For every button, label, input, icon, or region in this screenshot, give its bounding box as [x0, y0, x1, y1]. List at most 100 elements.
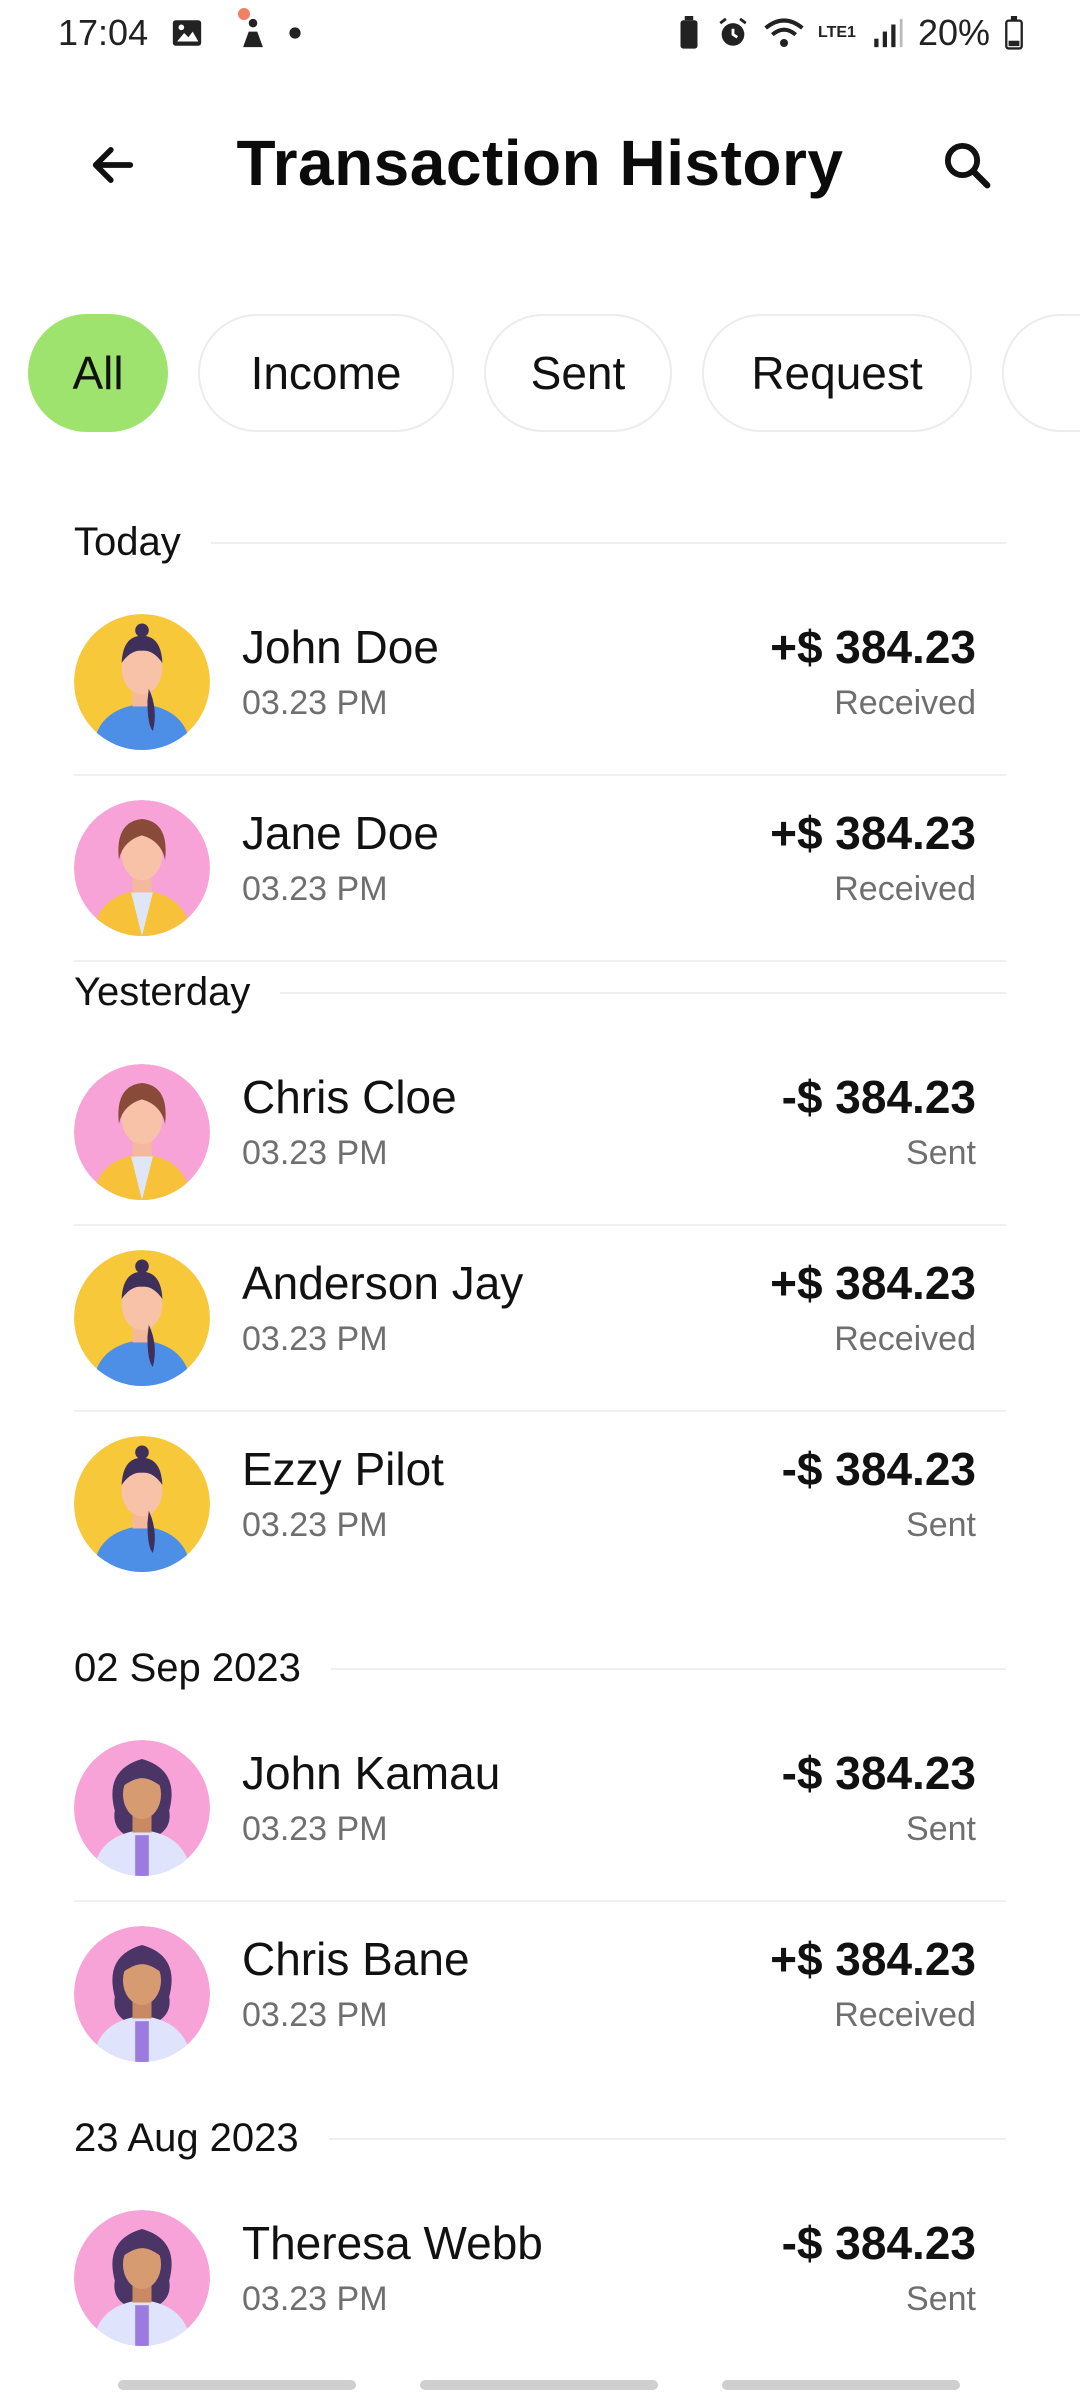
- transaction-amount: +$ 384.23: [770, 1933, 976, 1985]
- section-divider: [328, 2137, 1006, 2140]
- transaction-row[interactable]: Jane Doe 03.23 PM +$ 384.23 Received: [74, 776, 1006, 962]
- transaction-time: 03.23 PM: [242, 870, 388, 908]
- avatar-woman-violet-icon: [74, 1740, 210, 1876]
- transaction-amount: +$ 384.23: [770, 1257, 976, 1309]
- transaction-row[interactable]: Chris Bane 03.23 PM +$ 384.23 Received: [74, 1902, 1006, 2088]
- transaction-status: Received: [834, 684, 976, 722]
- contact-name: Anderson Jay: [242, 1257, 524, 1309]
- transaction-row[interactable]: John Kamau 03.23 PM -$ 384.23 Sent: [74, 1716, 1006, 1902]
- contact-name: John Kamau: [242, 1747, 501, 1799]
- filter-chip-income[interactable]: Income: [198, 314, 454, 432]
- contact-name: Chris Cloe: [242, 1071, 457, 1123]
- avatar: [74, 1250, 210, 1386]
- section-divider: [210, 541, 1006, 544]
- status-left-icons: [170, 16, 302, 50]
- avatar: [74, 1740, 210, 1876]
- accessibility-icon: [243, 18, 263, 48]
- avatar: [74, 2210, 210, 2346]
- avatar-woman-pink-icon: [74, 1064, 210, 1200]
- transaction-row[interactable]: Theresa Webb 03.23 PM -$ 384.23 Sent: [74, 2186, 1006, 2372]
- status-time: 17:04: [58, 12, 149, 53]
- avatar-woman-yellow-icon: [74, 1436, 210, 1572]
- dot-icon: [289, 27, 301, 39]
- status-right-icons: LTE1 20%: [676, 12, 1024, 54]
- app-header: Transaction History: [0, 110, 1080, 220]
- section-header-yesterday: Yesterday: [74, 970, 1006, 1015]
- transaction-status: Sent: [906, 2280, 976, 2318]
- avatar: [74, 1436, 210, 1572]
- wifi-icon: [764, 18, 804, 47]
- section-label: 23 Aug 2023: [74, 2116, 299, 2160]
- section-header-date: 02 Sep 2023: [74, 1646, 1006, 1691]
- contact-name: Chris Bane: [242, 1933, 470, 1985]
- transaction-time: 03.23 PM: [242, 1320, 388, 1358]
- filter-chip-label: Income: [250, 347, 402, 399]
- section-label: 02 Sep 2023: [74, 1646, 301, 1690]
- transaction-status: Received: [834, 870, 976, 908]
- section-label: Yesterday: [74, 970, 251, 1014]
- system-nav-bar: [0, 2378, 1080, 2408]
- alarm-icon: [719, 17, 747, 46]
- contact-name: Ezzy Pilot: [242, 1443, 444, 1495]
- page-title: Transaction History: [236, 127, 844, 199]
- transaction-amount: -$ 384.23: [781, 1747, 976, 1799]
- section-header-today: Today: [74, 520, 1006, 565]
- transaction-amount: -$ 384.23: [781, 1071, 976, 1123]
- section-header-date: 23 Aug 2023: [74, 2116, 1006, 2161]
- section-label: Today: [74, 520, 181, 564]
- nav-recents-handle[interactable]: [118, 2380, 356, 2390]
- avatar: [74, 614, 210, 750]
- avatar: [74, 800, 210, 936]
- transaction-status: Received: [834, 1996, 976, 2034]
- filter-chip-more[interactable]: [1002, 314, 1080, 432]
- contact-name: Jane Doe: [242, 807, 439, 859]
- transaction-time: 03.23 PM: [242, 1134, 388, 1172]
- status-bar: 17:04 LTE1 20%: [0, 0, 1080, 70]
- avatar-woman-violet-icon: [74, 1926, 210, 2062]
- transaction-row[interactable]: Chris Cloe 03.23 PM -$ 384.23 Sent: [74, 1040, 1006, 1226]
- transaction-time: 03.23 PM: [242, 684, 388, 722]
- avatar-woman-yellow-icon: [74, 1250, 210, 1386]
- filter-chip-label: All: [72, 347, 124, 399]
- contact-name: Theresa Webb: [242, 2217, 543, 2269]
- nav-home-handle[interactable]: [420, 2380, 658, 2390]
- filter-chips: All Income Sent Request: [28, 314, 1080, 432]
- search-icon: [944, 142, 991, 189]
- transaction-amount: -$ 384.23: [781, 1443, 976, 1495]
- section-divider: [280, 991, 1006, 994]
- avatar: [74, 1926, 210, 2062]
- filter-chip-request[interactable]: Request: [702, 314, 972, 432]
- transaction-status: Received: [834, 1320, 976, 1358]
- transaction-amount: +$ 384.23: [770, 621, 976, 673]
- filter-chip-all[interactable]: All: [28, 314, 168, 432]
- filter-chip-label: Request: [751, 347, 923, 399]
- transaction-status: Sent: [906, 1506, 976, 1544]
- search-button[interactable]: [932, 130, 1002, 200]
- avatar: [74, 1064, 210, 1200]
- transaction-row[interactable]: Ezzy Pilot 03.23 PM -$ 384.23 Sent: [74, 1412, 1006, 1598]
- transaction-status: Sent: [906, 1810, 976, 1848]
- network-type: LTE1: [818, 24, 856, 41]
- battery-saver-icon: [680, 16, 698, 49]
- transaction-time: 03.23 PM: [242, 2280, 388, 2318]
- contact-name: John Doe: [242, 621, 439, 673]
- transaction-row[interactable]: Anderson Jay 03.23 PM +$ 384.23 Received: [74, 1226, 1006, 1412]
- signal-icon: [874, 18, 903, 48]
- nav-back-handle[interactable]: [722, 2380, 960, 2390]
- avatar-woman-violet-icon: [74, 2210, 210, 2346]
- section-divider: [330, 1667, 1006, 1670]
- battery-percent: 20%: [917, 12, 990, 53]
- transaction-status: Sent: [906, 1134, 976, 1172]
- transaction-amount: -$ 384.23: [781, 2217, 976, 2269]
- transaction-time: 03.23 PM: [242, 1506, 388, 1544]
- filter-chip-label: Sent: [530, 347, 626, 399]
- avatar-woman-pink-icon: [74, 800, 210, 936]
- battery-icon: [1005, 16, 1023, 50]
- transaction-amount: +$ 384.23: [770, 807, 976, 859]
- avatar-woman-yellow-icon: [74, 614, 210, 750]
- filter-chip-sent[interactable]: Sent: [484, 314, 672, 432]
- transaction-time: 03.23 PM: [242, 1996, 388, 2034]
- transaction-row[interactable]: John Doe 03.23 PM +$ 384.23 Received: [74, 590, 1006, 776]
- transaction-time: 03.23 PM: [242, 1810, 388, 1848]
- gallery-icon: [172, 20, 202, 46]
